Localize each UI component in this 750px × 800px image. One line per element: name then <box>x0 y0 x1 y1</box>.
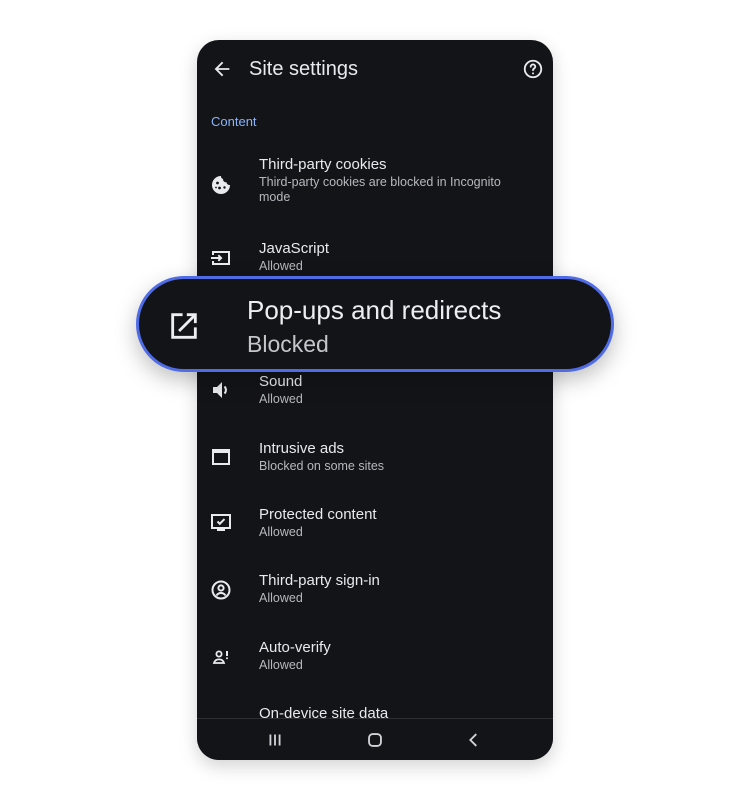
sign-in-icon <box>211 580 231 600</box>
list-item-protected-content[interactable]: Protected content Allowed <box>197 506 553 546</box>
item-title: Third-party cookies <box>259 156 387 173</box>
open-in-new-icon <box>171 313 197 339</box>
item-title: Protected content <box>259 506 377 523</box>
item-subtitle: Allowed <box>259 259 303 273</box>
list-item-text: Protected content Allowed <box>259 506 529 540</box>
back-button[interactable] <box>211 58 233 80</box>
home-button[interactable] <box>364 729 386 751</box>
help-button[interactable] <box>522 58 544 80</box>
item-title: Auto-verify <box>259 639 331 656</box>
list-item-javascript[interactable]: JavaScript Allowed <box>197 240 553 280</box>
cookie-icon <box>212 176 230 194</box>
item-title: Intrusive ads <box>259 440 345 457</box>
back-nav-icon <box>469 733 477 747</box>
recent-apps-button[interactable] <box>264 729 286 751</box>
javascript-icon <box>211 251 230 265</box>
auto-verify-icon <box>212 650 228 664</box>
section-header: Content <box>211 114 257 129</box>
item-title: Sound <box>259 373 303 390</box>
app-bar: Site settings <box>197 40 553 98</box>
system-nav-bar <box>197 718 553 760</box>
sound-icon <box>213 382 227 398</box>
item-subtitle: Blocked on some sites <box>259 459 385 473</box>
list-item-text: Sound Allowed <box>259 373 529 407</box>
list-item-intrusive-ads[interactable]: Intrusive ads Blocked on some sites <box>197 440 553 480</box>
list-item-sound[interactable]: Sound Allowed <box>197 373 553 413</box>
help-icon <box>523 59 543 79</box>
home-icon <box>368 733 382 747</box>
item-subtitle: Allowed <box>259 591 303 605</box>
list-item-text: JavaScript Allowed <box>259 240 529 274</box>
highlighted-item-popups-and-redirects[interactable]: Pop-ups and redirects Blocked <box>136 276 614 372</box>
list-item-text: Intrusive ads Blocked on some sites <box>259 440 529 474</box>
ads-icon <box>212 449 230 465</box>
item-title: Pop-ups and redirects <box>247 295 502 325</box>
recent-apps-icon <box>269 734 281 746</box>
list-item-text: Auto-verify Allowed <box>259 639 529 673</box>
phone-screen: Site settings Content Third-party cookie… <box>197 40 553 760</box>
list-item-third-party-sign-in[interactable]: Third-party sign-in Allowed <box>197 572 553 612</box>
list-item-text: Third-party sign-in Allowed <box>259 572 529 606</box>
list-item-auto-verify[interactable]: Auto-verify Allowed <box>197 639 553 679</box>
item-subtitle: Allowed <box>259 525 303 539</box>
item-subtitle: Allowed <box>259 392 303 406</box>
arrow-back-icon <box>214 61 230 77</box>
item-subtitle: Third-party cookies are blocked in Incog… <box>259 175 501 204</box>
protected-content-icon <box>211 514 231 531</box>
item-title: Third-party sign-in <box>259 572 380 589</box>
item-title: JavaScript <box>259 240 330 257</box>
item-subtitle: Allowed <box>259 658 303 672</box>
page-title: Site settings <box>249 58 358 80</box>
back-nav-button[interactable] <box>463 729 485 751</box>
list-item-text: Third-party cookies Third-party cookies … <box>259 156 529 205</box>
list-item-third-party-cookies[interactable]: Third-party cookies Third-party cookies … <box>197 156 553 218</box>
item-subtitle: Blocked <box>247 331 329 357</box>
